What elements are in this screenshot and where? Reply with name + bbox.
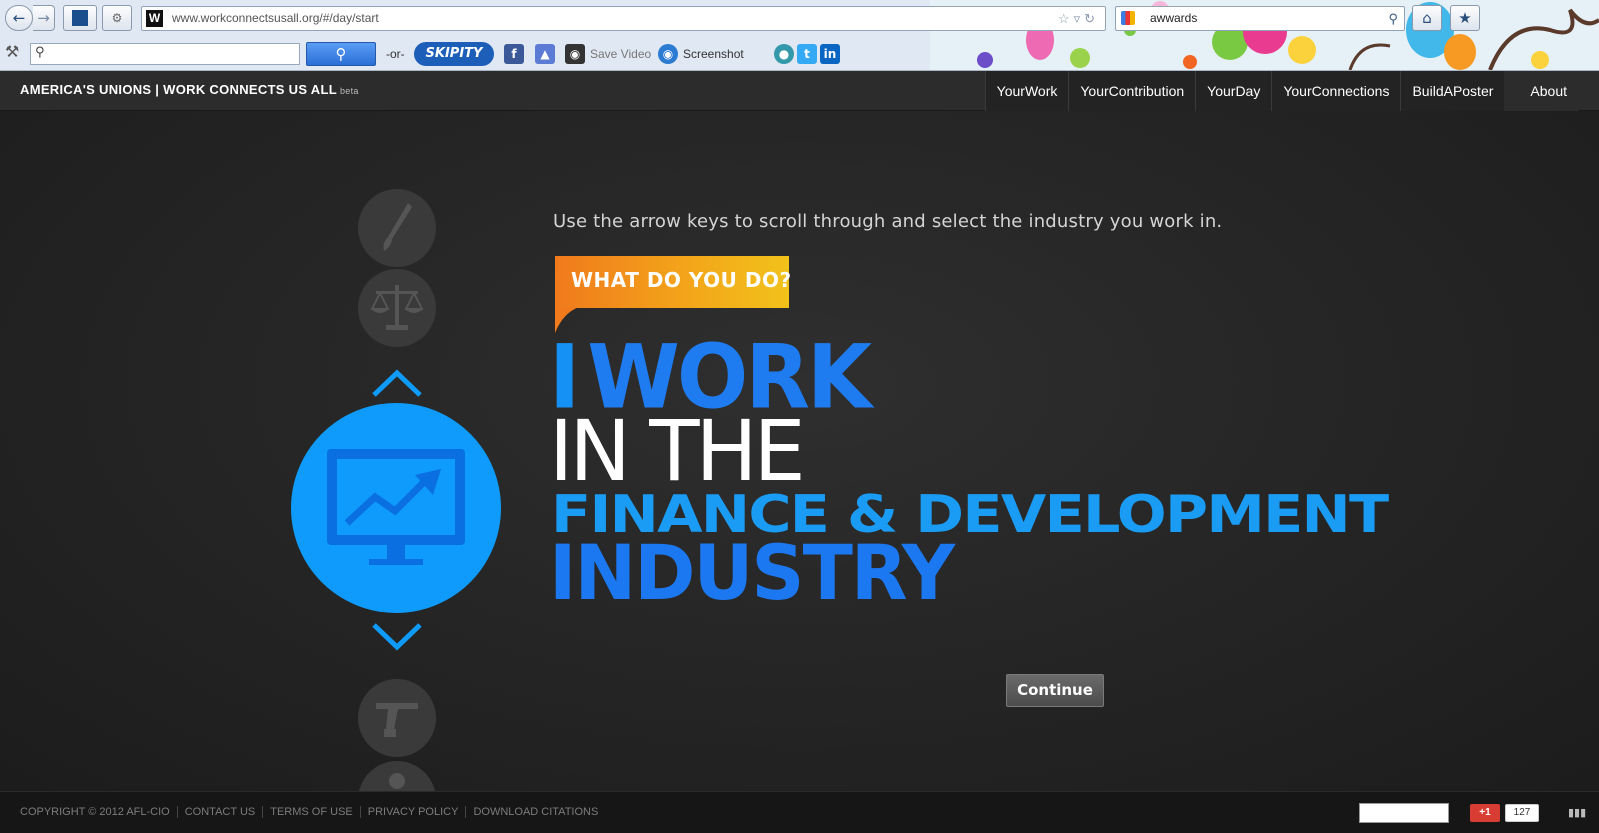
- nav-about[interactable]: About: [1504, 71, 1579, 111]
- addon-toolbar: ⚒ ⚲ ⚲ -or- SKIPITY f ▲ ◉ Save Video ◉ Sc…: [0, 38, 1599, 70]
- footer-link-terms[interactable]: TERMS OF USE: [262, 806, 360, 818]
- badge-text: WHAT DO YOU DO?: [571, 268, 792, 292]
- headline-industry: INDUSTRY: [549, 528, 955, 617]
- search-icon: ⚲: [335, 45, 347, 63]
- site-footer: COPYRIGHT © 2012 AFL-CIO CONTACT US TERM…: [0, 791, 1599, 833]
- twitter-icon[interactable]: t: [797, 44, 817, 64]
- google-plus-one-button[interactable]: +1: [1470, 804, 1500, 822]
- selected-industry-finance[interactable]: [291, 403, 501, 613]
- industry-option-manufacturing[interactable]: [358, 679, 436, 757]
- navigation-bar: ← → ⚙ W www.workconnectsusall.org/#/day/…: [0, 3, 1599, 33]
- nav-your-day[interactable]: YourDay: [1195, 71, 1272, 111]
- footer-link-contact[interactable]: CONTACT US: [176, 806, 263, 818]
- copyright-text: COPYRIGHT © 2012 AFL-CIO: [20, 806, 170, 818]
- gear-icon: [389, 773, 405, 789]
- star-icon[interactable]: ☆: [1058, 11, 1074, 26]
- toolbar-search-button[interactable]: ⚲: [306, 42, 376, 66]
- url-text: www.workconnectsusall.org/#/day/start: [172, 11, 379, 25]
- toolbar-search-input[interactable]: ⚲: [30, 43, 300, 65]
- puzzle-icon: ⚙: [111, 11, 123, 25]
- bookmarks-icon: ★: [1458, 9, 1472, 27]
- footer-links: COPYRIGHT © 2012 AFL-CIO CONTACT US TERM…: [20, 806, 605, 818]
- tool-icon: [376, 703, 418, 737]
- app-tab-stats[interactable]: [63, 5, 97, 31]
- scroll-down-arrow-icon[interactable]: [370, 621, 424, 651]
- headline-in-the: IN THE: [549, 402, 806, 500]
- nav-build-a-poster[interactable]: BuildAPoster: [1400, 71, 1505, 111]
- url-bar-icons: ☆▿↻: [1058, 7, 1099, 30]
- google-plus-count: 127: [1505, 804, 1539, 822]
- site-brand[interactable]: AMERICA'S UNIONS | WORK CONNECTS US ALL b…: [20, 82, 359, 97]
- industry-selector-stage: Use the arrow keys to scroll through and…: [0, 111, 1599, 791]
- monitor-chart-icon: [327, 449, 465, 565]
- scroll-up-arrow-icon[interactable]: [370, 369, 424, 399]
- linkedin-icon[interactable]: in: [820, 44, 840, 64]
- footer-link-privacy[interactable]: PRIVACY POLICY: [359, 806, 466, 818]
- home-button[interactable]: ⌂: [1412, 5, 1442, 31]
- search-icon[interactable]: ⚲: [1388, 7, 1398, 30]
- site-favicon: W: [146, 10, 163, 27]
- home-icon: ⌂: [1422, 9, 1432, 27]
- video-camera-icon[interactable]: ◉: [565, 44, 585, 64]
- forward-button[interactable]: →: [33, 5, 55, 31]
- like-icon[interactable]: ▲: [535, 44, 555, 64]
- browser-search-bar[interactable]: awwards ⚲: [1115, 6, 1405, 31]
- share-widget-input[interactable]: [1359, 803, 1449, 823]
- skipity-button[interactable]: SKIPITY: [414, 42, 494, 66]
- screenshot-button[interactable]: Screenshot: [683, 47, 744, 61]
- nav-your-contribution[interactable]: YourContribution: [1068, 71, 1196, 111]
- nav-your-connections[interactable]: YourConnections: [1271, 71, 1401, 111]
- instructions-text: Use the arrow keys to scroll through and…: [553, 211, 1223, 232]
- save-video-button[interactable]: Save Video: [590, 47, 651, 61]
- site-nav: YourWork YourContribution YourDay YourCo…: [984, 71, 1579, 111]
- beta-label: beta: [339, 86, 359, 96]
- continue-button[interactable]: Continue: [1006, 674, 1104, 707]
- search-query: awwards: [1150, 11, 1198, 25]
- url-bar[interactable]: W www.workconnectsusall.org/#/day/start …: [141, 6, 1106, 31]
- facebook-icon[interactable]: f: [504, 44, 524, 64]
- back-button[interactable]: ←: [5, 5, 33, 31]
- industry-option-arts[interactable]: [358, 189, 436, 267]
- reload-icon[interactable]: ↻: [1084, 11, 1099, 26]
- site-header: AMERICA'S UNIONS | WORK CONNECTS US ALL b…: [0, 71, 1599, 111]
- stats-icon[interactable]: ▮▮▮: [1568, 806, 1586, 819]
- or-label: -or-: [386, 47, 405, 61]
- brand-title: AMERICA'S UNIONS | WORK CONNECTS US ALL: [20, 82, 337, 97]
- google-logo-icon[interactable]: [1121, 11, 1135, 25]
- bar-chart-icon: [72, 10, 88, 26]
- share-group-icon[interactable]: ●: [774, 44, 794, 64]
- back-arrow-icon: ←: [12, 9, 26, 27]
- question-badge: WHAT DO YOU DO?: [555, 256, 792, 308]
- screenshot-icon[interactable]: ◉: [658, 44, 678, 64]
- industry-option-engineering[interactable]: [358, 761, 436, 791]
- browser-chrome: ← → ⚙ W www.workconnectsusall.org/#/day/…: [0, 0, 1599, 71]
- bookmarks-button[interactable]: ★: [1450, 5, 1480, 31]
- industry-option-legal[interactable]: [358, 269, 436, 347]
- wrench-icon[interactable]: ⚒: [5, 42, 19, 61]
- footer-link-citations[interactable]: DOWNLOAD CITATIONS: [465, 806, 605, 818]
- nav-your-work[interactable]: YourWork: [984, 71, 1069, 111]
- search-icon: ⚲: [35, 45, 45, 60]
- dropdown-icon[interactable]: ▿: [1074, 11, 1085, 26]
- brush-icon: [383, 203, 412, 251]
- scales-icon: [370, 285, 424, 330]
- forward-arrow-icon: →: [37, 9, 50, 27]
- app-tab-extension[interactable]: ⚙: [102, 5, 132, 31]
